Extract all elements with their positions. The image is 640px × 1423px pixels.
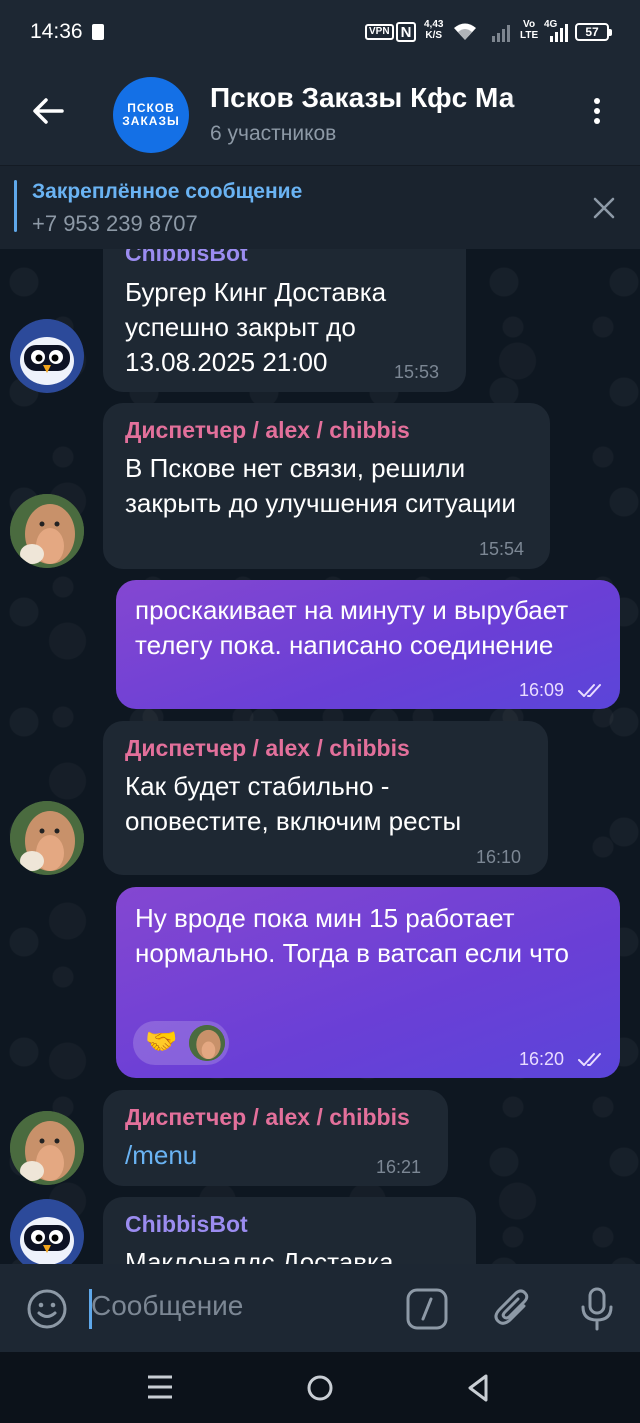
message-time: 16:09 [519, 680, 565, 700]
nav-home-icon[interactable] [306, 1374, 334, 1402]
chibbisbot-avatar[interactable] [10, 319, 84, 393]
message-sender: Диспетчер / alex / chibbis [125, 417, 410, 443]
read-ticks-icon [578, 1053, 601, 1066]
message-input[interactable]: Сообщение [91, 1290, 243, 1322]
chat-subtitle: 6 участников [210, 122, 337, 145]
slash-command-icon[interactable] [406, 1288, 448, 1330]
dispatcher-avatar[interactable] [10, 1111, 84, 1185]
message-text: проскакивает на минуту и вырубает телегу… [135, 595, 569, 660]
wifi-icon [454, 23, 476, 40]
pinned-message-bar[interactable]: Закреплённое сообщение +7 953 239 8707 [0, 165, 640, 249]
attach-icon[interactable] [491, 1286, 535, 1330]
read-ticks-icon [578, 684, 601, 697]
message-sender: Диспетчер / alex / chibbis [125, 735, 410, 761]
status-bar: 14:36 VPN N 4,43 K/S Vo LTE 4G 57 [0, 0, 640, 64]
volte-top: Vo [523, 19, 536, 30]
chibbisbot-avatar[interactable] [10, 1199, 84, 1264]
nav-back-icon[interactable] [466, 1373, 490, 1403]
back-arrow-icon[interactable] [28, 91, 68, 131]
sim-icon [92, 24, 104, 40]
dispatcher-avatar[interactable] [10, 801, 84, 875]
pinned-label: Закреплённое сообщение [32, 180, 303, 203]
message-sender: ChibbisBot [125, 249, 248, 266]
handshake-icon: 🤝 [145, 1027, 178, 1057]
message-list[interactable]: ChibbisBot Бургер Кинг Доставка успешно … [0, 249, 640, 1264]
pinned-indicator [14, 180, 17, 232]
reaction-chip[interactable]: 🤝 [133, 1021, 229, 1065]
status-time: 14:36 [30, 20, 83, 43]
volte-icon: Vo LTE [520, 19, 538, 41]
group-avatar-line2: ЗАКАЗЫ [122, 114, 180, 128]
system-navigation-bar [0, 1352, 640, 1423]
reaction-user-avatar [189, 1025, 225, 1061]
message-time: 15:54 [479, 539, 525, 559]
signal-2-icon [550, 24, 568, 42]
network-speed-value: 4,43 [424, 19, 444, 30]
dispatcher-avatar[interactable] [10, 494, 84, 568]
message-input-bar: Сообщение [0, 1264, 640, 1352]
pinned-text: +7 953 239 8707 [32, 211, 198, 236]
bot-command-link[interactable]: /menu [125, 1138, 197, 1173]
group-avatar[interactable]: ПСКОВ ЗАКАЗЫ [113, 77, 189, 153]
volte-bottom: LTE [520, 30, 539, 41]
message-text: Ну вроде пока мин 15 работает нормально.… [135, 903, 569, 968]
chat-header[interactable]: ПСКОВ ЗАКАЗЫ Псков Заказы Кфс Ма 6 участ… [0, 64, 640, 165]
message-time: 16:20 [519, 1049, 565, 1069]
network-speed: 4,43 K/S [424, 19, 443, 41]
telegram-chat-screen: 14:36 VPN N 4,43 K/S Vo LTE 4G 57 ПСКОВ … [0, 0, 640, 1423]
message-sender: ChibbisBot [125, 1211, 248, 1237]
nfc-icon: N [396, 22, 416, 42]
network-speed-unit: K/S [425, 30, 443, 41]
message-time: 16:21 [376, 1157, 422, 1177]
mic-icon[interactable] [579, 1286, 615, 1332]
battery-icon: 57 [575, 23, 612, 41]
chat-title[interactable]: Псков Заказы Кфс Ма [210, 82, 560, 114]
message-text: Макдоналдс Доставка [125, 1247, 394, 1264]
close-icon[interactable] [592, 196, 616, 220]
signal-1-icon [492, 25, 510, 42]
message-text: Как будет стабильно - оповестите, включи… [125, 771, 462, 836]
message-time: 15:53 [394, 362, 440, 382]
emoji-icon[interactable] [26, 1288, 68, 1330]
nav-menu-icon[interactable] [147, 1374, 173, 1400]
vpn-icon: VPN [365, 24, 394, 40]
message-time: 16:10 [476, 847, 522, 867]
more-icon[interactable] [586, 94, 608, 134]
message-sender: Диспетчер / alex / chibbis [125, 1104, 410, 1130]
message-text: В Пскове нет связи, решили закрыть до ул… [125, 453, 516, 518]
